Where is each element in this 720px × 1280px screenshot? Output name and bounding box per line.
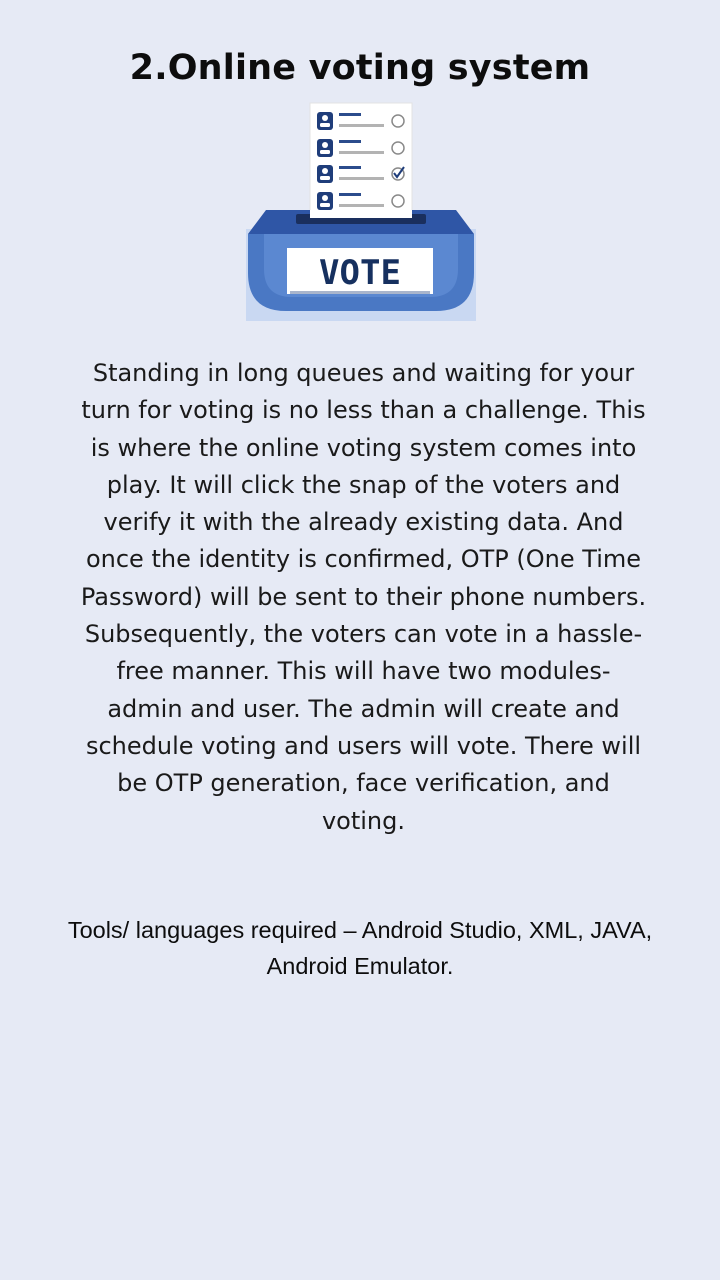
page-title: 2.Online voting system xyxy=(129,48,591,88)
description-text: Standing in long queues and waiting for … xyxy=(80,359,647,835)
tools-text: Tools/ languages required – Android Stud… xyxy=(67,917,653,979)
page: 2.Online voting system VOTE Standing in … xyxy=(0,0,720,1280)
vote-label: VOTE xyxy=(319,253,401,293)
ballot-box-icon: VOTE xyxy=(246,101,476,321)
